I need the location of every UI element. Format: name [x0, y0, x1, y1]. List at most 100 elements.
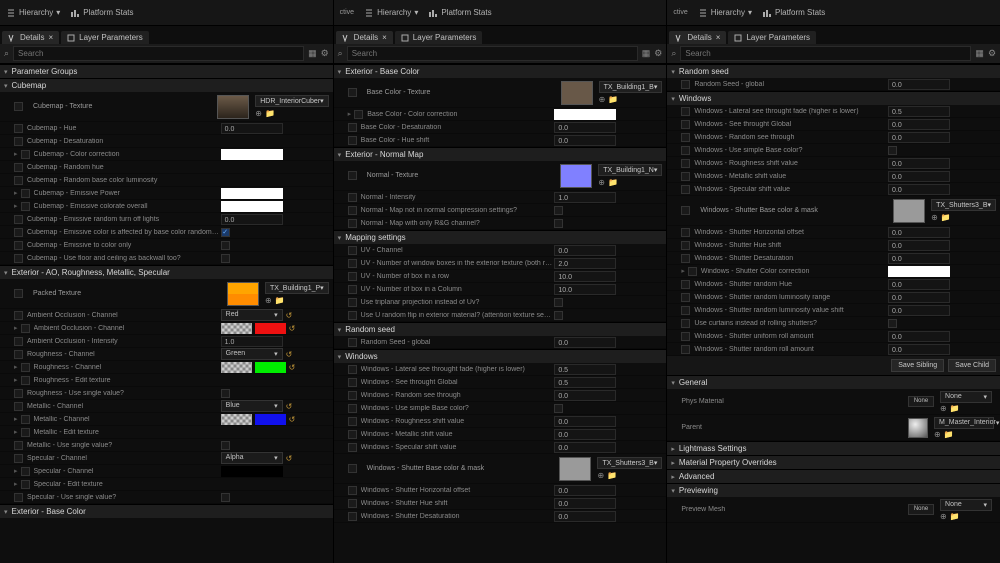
use-icon[interactable]: ⊕ — [934, 430, 941, 439]
checkbox[interactable] — [681, 332, 690, 341]
value-field[interactable]: 0.0 — [888, 279, 950, 290]
channel-dropdown[interactable]: Red▾ — [221, 309, 283, 321]
checkbox[interactable] — [681, 241, 690, 250]
section-exterior-normal[interactable]: Exterior - Normal Map — [334, 147, 667, 161]
expand-arrow[interactable]: ▸ — [14, 480, 18, 488]
color-swatch[interactable] — [221, 323, 252, 334]
checkbox[interactable] — [348, 136, 357, 145]
checkbox[interactable] — [21, 363, 30, 372]
reset-icon[interactable]: ↺ — [286, 311, 293, 320]
value-field[interactable]: 1.0 — [554, 192, 616, 203]
checkbox[interactable] — [21, 324, 30, 333]
checkbox[interactable] — [681, 159, 690, 168]
color-swatch[interactable] — [221, 201, 283, 212]
color-swatch[interactable] — [255, 414, 286, 425]
checkbox[interactable] — [688, 267, 697, 276]
asset-dropdown[interactable]: None▾ — [940, 391, 992, 403]
thumb-none[interactable]: None — [908, 396, 934, 407]
color-swatch[interactable] — [255, 362, 286, 373]
value-field[interactable]: 10.0 — [554, 271, 616, 282]
checkbox[interactable] — [348, 486, 357, 495]
checkbox[interactable] — [348, 365, 357, 374]
section-windows[interactable]: Windows — [667, 91, 1000, 105]
grid-icon[interactable]: ▦ — [308, 48, 317, 59]
value-field[interactable]: 0.0 — [888, 253, 950, 264]
checkbox[interactable] — [681, 146, 690, 155]
browse-icon[interactable]: 📁 — [275, 296, 285, 305]
gear-icon[interactable]: ⚙ — [654, 48, 662, 59]
checkbox[interactable] — [21, 189, 30, 198]
checkbox[interactable] — [348, 512, 357, 521]
section-exterior-base[interactable]: Exterior - Base Color — [0, 504, 333, 518]
asset-dropdown[interactable]: M_Master_Interior▾ — [934, 417, 994, 429]
reset-icon[interactable]: ↺ — [286, 350, 293, 359]
expand-arrow[interactable]: ▸ — [14, 415, 18, 423]
checkbox[interactable] — [348, 404, 357, 413]
checkbox[interactable] — [348, 311, 357, 320]
color-swatch[interactable] — [221, 362, 252, 373]
checkbox[interactable] — [14, 215, 23, 224]
value-field[interactable]: 0.0 — [554, 429, 616, 440]
texture-picker[interactable]: TX_Building1_P▾ — [265, 282, 329, 294]
texture-thumb[interactable] — [893, 199, 925, 223]
expand-arrow[interactable]: ▸ — [681, 267, 685, 275]
browse-icon[interactable]: 📁 — [944, 430, 954, 439]
checkbox[interactable] — [21, 415, 30, 424]
hierarchy-menu[interactable]: Hierarchy▾ — [6, 8, 60, 18]
bool-check[interactable] — [888, 319, 897, 328]
use-icon[interactable]: ⊕ — [265, 296, 272, 305]
texture-thumb[interactable] — [227, 282, 259, 306]
value-field[interactable]: 0.0 — [554, 416, 616, 427]
value-field[interactable]: 0.0 — [888, 132, 950, 143]
reset-icon[interactable]: ↺ — [289, 363, 296, 372]
checkbox[interactable] — [681, 120, 690, 129]
checkbox[interactable] — [681, 280, 690, 289]
section-parameter-groups[interactable]: Parameter Groups — [0, 64, 333, 78]
browse-icon[interactable]: 📁 — [608, 178, 618, 187]
value-field[interactable]: 0.5 — [554, 377, 616, 388]
use-icon[interactable]: ⊕ — [597, 471, 604, 480]
value-field[interactable]: 0.0 — [888, 292, 950, 303]
color-swatch[interactable] — [221, 414, 252, 425]
material-thumb[interactable] — [908, 418, 928, 438]
expand-arrow[interactable]: ▸ — [14, 150, 18, 158]
value-field[interactable]: 0.0 — [221, 214, 283, 225]
expand-arrow[interactable]: ▸ — [14, 428, 18, 436]
texture-thumb[interactable] — [560, 164, 592, 188]
bool-check[interactable] — [221, 441, 230, 450]
bool-check[interactable] — [888, 146, 897, 155]
use-icon[interactable]: ⊕ — [255, 109, 262, 118]
thumb-none[interactable]: None — [908, 504, 934, 515]
value-field[interactable]: 0.0 — [554, 135, 616, 146]
section-mapping[interactable]: Mapping settings — [334, 230, 667, 244]
checkbox[interactable] — [14, 102, 23, 111]
checkbox[interactable] — [681, 319, 690, 328]
grid-icon[interactable]: ▦ — [975, 48, 984, 59]
channel-dropdown[interactable]: Green▾ — [221, 348, 283, 360]
texture-picker[interactable]: TX_Shutters3_B▾ — [597, 457, 662, 469]
hierarchy-menu[interactable]: Hierarchy▾ — [364, 8, 418, 18]
texture-picker[interactable]: TX_Building1_B▾ — [599, 81, 663, 93]
checkbox[interactable] — [14, 289, 23, 298]
value-field[interactable]: 0.0 — [554, 485, 616, 496]
checkbox[interactable] — [348, 123, 357, 132]
value-field[interactable]: 0.0 — [554, 122, 616, 133]
checkbox[interactable] — [14, 241, 23, 250]
checkbox[interactable] — [348, 443, 357, 452]
browse-icon[interactable]: 📁 — [941, 213, 951, 222]
checkbox[interactable] — [14, 454, 23, 463]
use-icon[interactable]: ⊕ — [940, 404, 947, 413]
section-cubemap[interactable]: Cubemap — [0, 78, 333, 92]
checkbox[interactable] — [681, 185, 690, 194]
reset-icon[interactable]: ↺ — [289, 324, 296, 333]
checkbox[interactable] — [21, 467, 30, 476]
texture-thumb[interactable] — [561, 81, 593, 105]
checkbox[interactable] — [681, 345, 690, 354]
channel-dropdown[interactable]: Alpha▾ — [221, 452, 283, 464]
section-windows[interactable]: Windows — [334, 349, 667, 363]
tab-details[interactable]: Details× — [669, 31, 726, 44]
texture-thumb[interactable] — [559, 457, 591, 481]
checkbox[interactable] — [348, 338, 357, 347]
checkbox[interactable] — [681, 133, 690, 142]
browse-icon[interactable]: 📁 — [607, 471, 617, 480]
